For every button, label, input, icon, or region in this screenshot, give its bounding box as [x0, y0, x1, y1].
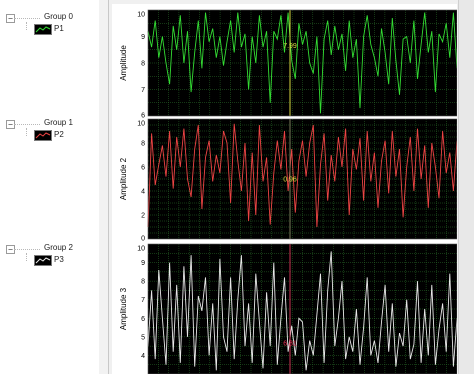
tree-connector	[14, 124, 40, 125]
p2-swatch-line-icon	[35, 132, 51, 139]
plot-legend-panel: − Group 0 P1 − Group 1 P2 − Group 2 P3	[0, 0, 109, 374]
right-scrollbar[interactable]	[458, 0, 474, 374]
p1-swatch[interactable]	[34, 24, 52, 35]
group-1-label: Group 1	[44, 118, 73, 127]
tree-connector	[26, 22, 27, 30]
plot-3-y-axis-label: Amplitude 3	[119, 287, 128, 330]
stacked-graph-area: 10 9 8 7 6 Amplitude 7.99 10 8 6 4 2 0 Amplitude 2 0.9…	[112, 4, 457, 374]
y-tick-label-9: 9	[141, 260, 145, 267]
group-2-label: Group 2	[44, 243, 73, 252]
group-0-label: Group 0	[44, 12, 73, 21]
cursor-3-value-label: 6.81	[283, 340, 297, 347]
y-tick-label-2: 2	[141, 213, 145, 220]
y-tick-label-6: 6	[141, 113, 145, 120]
tree-connector	[14, 18, 40, 19]
legend-group-0[interactable]: − Group 0 P1	[0, 12, 108, 52]
tree-connector	[26, 253, 27, 261]
y-tick-label-5: 5	[141, 334, 145, 341]
plot-2-y-axis-label: Amplitude 2	[119, 157, 128, 200]
y-tick-label-9: 9	[141, 34, 145, 41]
y-tick-label-10: 10	[137, 121, 145, 128]
tree-connector	[26, 128, 27, 136]
y-tick-label-4: 4	[141, 353, 145, 360]
legend-group-1[interactable]: − Group 1 P2	[0, 118, 108, 158]
y-tick-label-8: 8	[141, 141, 145, 148]
legend-group-2[interactable]: − Group 2 P3	[0, 243, 108, 283]
plot-1-y-axis-label: Amplitude	[119, 45, 128, 81]
y-tick-label-8: 8	[141, 61, 145, 68]
stacked-charts-svg: 10 9 8 7 6 Amplitude 7.99 10 8 6 4 2 0 Amplitude 2 0.9…	[119, 9, 457, 374]
cursor-2-value-label: 0.96	[283, 176, 297, 183]
y-tick-label-7: 7	[141, 297, 145, 304]
y-tick-label-0: 0	[141, 236, 145, 243]
y-tick-label-7: 7	[141, 87, 145, 94]
p2-swatch[interactable]	[34, 130, 52, 141]
legend-scrollbar[interactable]	[99, 0, 108, 374]
y-tick-label-10: 10	[137, 246, 145, 253]
y-tick-label-4: 4	[141, 189, 145, 196]
p3-swatch[interactable]	[34, 255, 52, 266]
y-tick-label-6: 6	[141, 316, 145, 323]
y-tick-label-8: 8	[141, 279, 145, 286]
y-tick-label-10: 10	[137, 12, 145, 19]
p1-swatch-line-icon	[35, 26, 51, 33]
cursor-1-value-label: 7.99	[283, 43, 297, 50]
tree-connector	[14, 249, 40, 250]
p3-swatch-line-icon	[35, 257, 51, 264]
p2-label: P2	[54, 130, 64, 139]
p1-label: P1	[54, 24, 64, 33]
y-tick-label-6: 6	[141, 165, 145, 172]
p3-label: P3	[54, 255, 64, 264]
